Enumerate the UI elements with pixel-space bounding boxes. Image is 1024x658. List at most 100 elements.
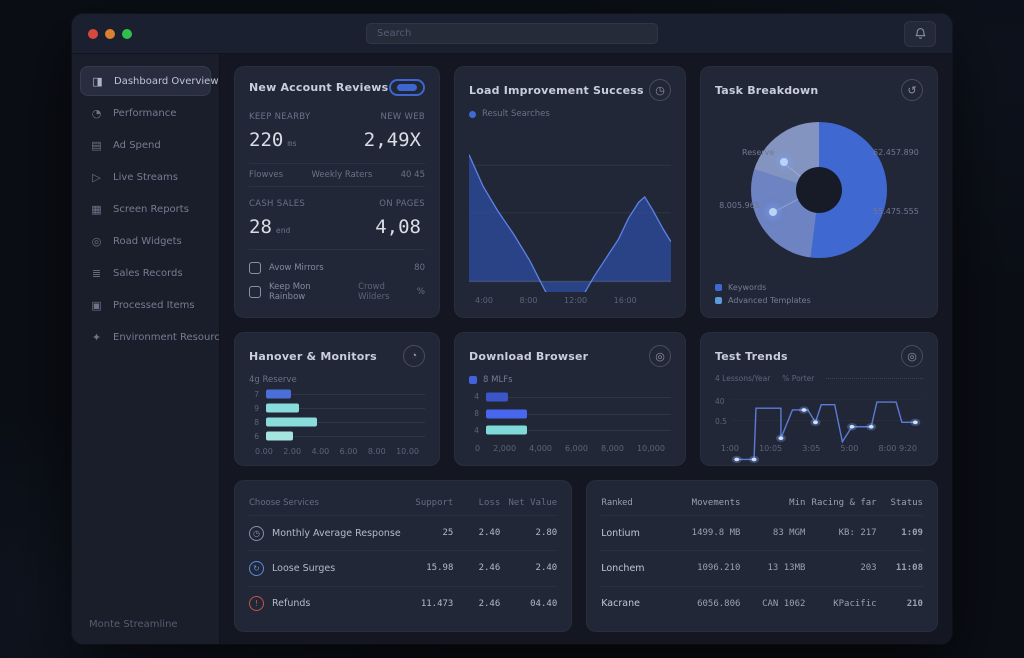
clock-icon: ◷ xyxy=(249,526,264,541)
close-window-button[interactable] xyxy=(88,29,98,39)
data-point[interactable] xyxy=(778,436,783,440)
donut-marker-dot[interactable] xyxy=(780,158,788,166)
table-row[interactable]: !Refunds11.4732.4604.40 xyxy=(249,586,557,621)
data-point[interactable] xyxy=(734,458,739,462)
cell: 13 13MB xyxy=(740,561,805,575)
cell: 203 xyxy=(805,561,876,575)
table-row[interactable]: Lonchem1096.21013 13MB20311:08 xyxy=(601,550,923,585)
mid-row-left: Flowves xyxy=(249,170,283,180)
area-fill xyxy=(469,155,671,292)
table-row[interactable]: ↻Loose Surges15.982.462.40 xyxy=(249,550,557,585)
step-chart-card: Test Trends ◎ 4 Lessons/Year % Porter 40… xyxy=(700,332,938,466)
sidebar-item-ad-spend[interactable]: ▤Ad Spend xyxy=(80,130,211,160)
column-header: Movements xyxy=(663,496,740,510)
donut-callout: 62.457.890 xyxy=(873,148,919,157)
donut-legend-label: Keywords xyxy=(728,283,766,292)
cell: !Refunds xyxy=(249,594,403,613)
bar[interactable] xyxy=(266,432,293,441)
cell: 2.40 xyxy=(453,526,500,540)
items-icon: ▣ xyxy=(89,299,104,312)
step-sublabels: 4 Lessons/Year % Porter xyxy=(715,374,923,383)
bar-track xyxy=(266,401,425,415)
sidebar: ◨Dashboard Overview◔Performance▤Ad Spend… xyxy=(72,54,220,644)
column-header: Racing & far xyxy=(805,496,876,510)
maximize-window-button[interactable] xyxy=(122,29,132,39)
data-point[interactable] xyxy=(869,425,874,429)
sidebar-item-road-widgets[interactable]: ◎Road Widgets xyxy=(80,226,211,256)
x-tick-label: 2,000 xyxy=(493,444,516,453)
table-row[interactable]: Lontium1499.8 MB83 MGMKB: 2171:09 xyxy=(601,515,923,550)
search-input[interactable] xyxy=(366,23,658,44)
hbar-card-2: Download Browser ◎ 8 MLFs 484 02,0004,00… xyxy=(454,332,686,466)
target-icon[interactable]: ◎ xyxy=(901,345,923,367)
bar[interactable] xyxy=(486,392,508,401)
column-header: Ranked xyxy=(601,496,663,510)
sidebar-item-performance[interactable]: ◔Performance xyxy=(80,98,211,128)
target-icon[interactable]: ◎ xyxy=(649,345,671,367)
x-tick-label: 10:05 xyxy=(759,444,782,453)
bar[interactable] xyxy=(266,390,291,399)
minimize-window-button[interactable] xyxy=(105,29,115,39)
history-icon[interactable]: ↺ xyxy=(901,79,923,101)
step-sublabel: % Porter xyxy=(782,374,814,383)
data-point[interactable] xyxy=(801,408,806,412)
data-point[interactable] xyxy=(752,458,757,462)
hbar1-x-axis: 0.002.004.006.008.0010.00 xyxy=(249,443,425,456)
donut-legend-item: Keywords xyxy=(715,283,923,292)
column-header: Net Value xyxy=(500,496,557,510)
notifications-button[interactable] xyxy=(904,21,936,47)
legend-dot-icon xyxy=(715,284,722,291)
reports-icon: ▦ xyxy=(89,203,104,216)
stat-block: NEW WEB 2,49X xyxy=(337,112,425,151)
widgets-icon: ◎ xyxy=(89,235,104,248)
resources-icon: ✦ xyxy=(89,331,104,344)
data-point[interactable] xyxy=(913,420,918,424)
step-card-title: Test Trends xyxy=(715,350,788,363)
cell: Lonchem xyxy=(601,561,663,576)
sidebar-item-dashboard-overview[interactable]: ◨Dashboard Overview xyxy=(80,66,211,96)
table-row[interactable]: ◷Monthly Average Response252.402.80 xyxy=(249,515,557,550)
metrics-toggle[interactable] xyxy=(389,79,425,96)
bar[interactable] xyxy=(486,409,527,418)
bar-track xyxy=(266,387,425,401)
donut-callout: Reserve xyxy=(742,148,774,157)
bar-track xyxy=(266,429,425,443)
sidebar-item-environment-resources[interactable]: ✦Environment Resources xyxy=(80,322,211,352)
donut-legend: Keywords Advanced Templates xyxy=(715,283,923,305)
data-point[interactable] xyxy=(849,425,854,429)
legend-square-icon xyxy=(469,376,477,384)
bar-row: 8 xyxy=(469,407,671,421)
bar-label: 8 xyxy=(469,409,479,418)
bar[interactable] xyxy=(486,426,527,435)
column-header: Min xyxy=(740,496,805,510)
sidebar-item-screen-reports[interactable]: ▦Screen Reports xyxy=(80,194,211,224)
donut-marker-dot[interactable] xyxy=(769,208,777,216)
x-tick-label: 4:00 xyxy=(475,296,493,305)
table-row[interactable]: Kacrane6056.806CAN 1062KPacific210 xyxy=(601,586,923,621)
movements-table: RankedMovementsMinRacing & farStatus Lont… xyxy=(601,491,923,621)
sidebar-item-sales-records[interactable]: ≣Sales Records xyxy=(80,258,211,288)
clock-icon[interactable]: ◷ xyxy=(649,79,671,101)
stat-block: CASH SALES 28end xyxy=(249,199,337,238)
cell: CAN 1062 xyxy=(740,597,805,611)
donut-legend-label: Advanced Templates xyxy=(728,296,811,305)
cell: 2.46 xyxy=(453,597,500,611)
bar[interactable] xyxy=(266,418,317,427)
area-chart-svg xyxy=(469,123,671,292)
step-x-axis: 1:0010:053:055:008:00 9:20 xyxy=(715,440,923,453)
data-point[interactable] xyxy=(813,420,818,424)
sidebar-item-live-streams[interactable]: ▷Live Streams xyxy=(80,162,211,192)
refresh-icon: ↻ xyxy=(249,561,264,576)
sidebar-footer-label: Monte Streamline xyxy=(80,611,211,630)
stat-label: ON PAGES xyxy=(337,199,425,209)
sidebar-item-processed-items[interactable]: ▣Processed Items xyxy=(80,290,211,320)
bar-track xyxy=(486,423,671,437)
column-header: Status xyxy=(877,496,923,510)
bar-row: 8 xyxy=(249,415,425,429)
bar[interactable] xyxy=(266,404,299,413)
metrics-card: New Account Reviews KEEP NEARBY 220ms NE… xyxy=(234,66,440,318)
titlebar-actions xyxy=(804,21,936,47)
x-tick-label: 0 xyxy=(475,444,480,453)
donut-chart-card: Task Breakdown ↺ Reserve 8.005.965 xyxy=(700,66,938,318)
gauge-icon[interactable]: ◔ xyxy=(403,345,425,367)
